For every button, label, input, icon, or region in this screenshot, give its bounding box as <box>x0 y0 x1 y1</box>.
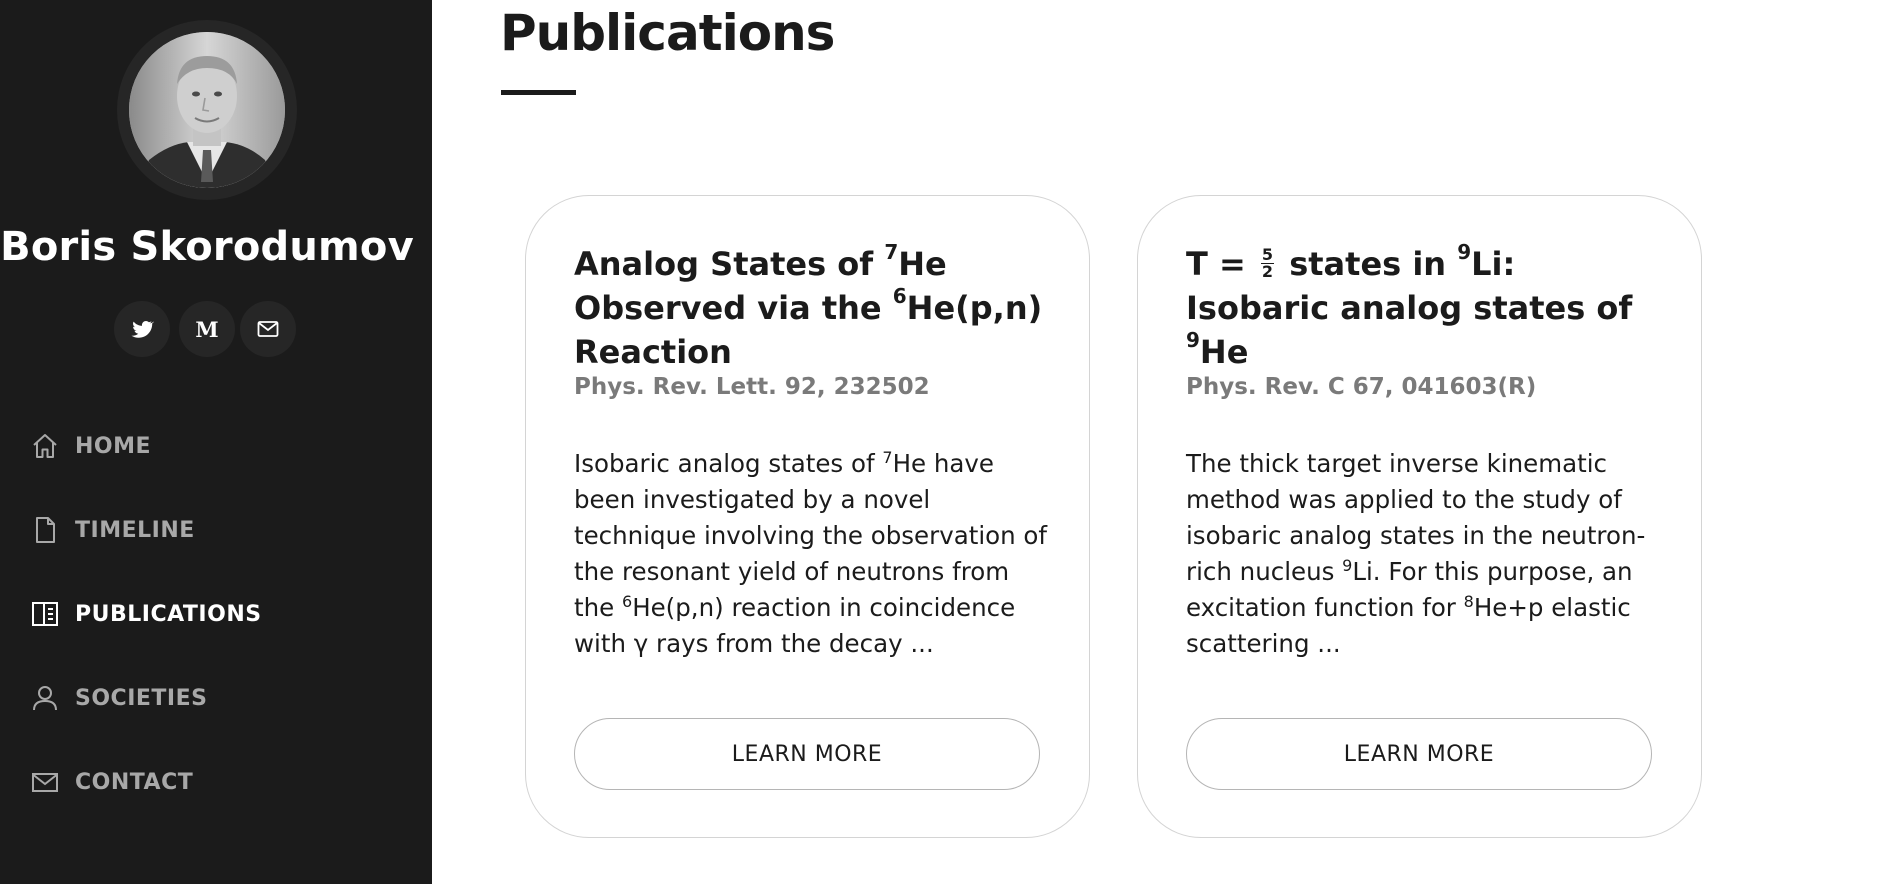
twitter-button[interactable] <box>114 301 170 357</box>
learn-more-button[interactable]: LEARN MORE <box>1186 718 1652 790</box>
medium-button[interactable]: M <box>179 301 235 357</box>
fraction: 52 <box>1260 244 1275 281</box>
nav-label: TIMELINE <box>75 517 195 543</box>
title-underline <box>501 90 576 95</box>
publication-title[interactable]: T = 52 states in 9Li: Isobaric analog st… <box>1186 242 1656 374</box>
avatar-photo <box>129 32 285 188</box>
email-button[interactable] <box>240 301 296 357</box>
nav-label: PUBLICATIONS <box>75 601 262 627</box>
mail-icon <box>30 767 60 797</box>
publication-card: T = 52 states in 9Li: Isobaric analog st… <box>1137 195 1702 838</box>
publication-abstract: Isobaric analog states of 7He have been … <box>574 447 1048 658</box>
mail-icon <box>257 321 279 337</box>
document-icon <box>30 515 60 545</box>
publication-card: Analog States of 7He Observed via the 6H… <box>525 195 1090 838</box>
twitter-icon <box>131 320 154 338</box>
publication-journal: Phys. Rev. C 67, 041603(R) <box>1186 374 1537 400</box>
publication-title[interactable]: Analog States of 7He Observed via the 6H… <box>574 242 1044 374</box>
publication-journal: Phys. Rev. Lett. 92, 232502 <box>574 374 930 400</box>
nav-label: CONTACT <box>75 769 194 795</box>
learn-more-button[interactable]: LEARN MORE <box>574 718 1040 790</box>
book-icon <box>30 599 60 629</box>
home-icon <box>30 431 60 461</box>
avatar-frame <box>117 20 297 200</box>
avatar <box>129 32 285 188</box>
main-nav: HOME TIMELINE PUBLICATIONS SOCIETIES CON… <box>0 404 432 824</box>
page-title: Publications <box>500 4 835 62</box>
nav-item-timeline[interactable]: TIMELINE <box>0 488 432 572</box>
medium-icon: M <box>195 316 219 342</box>
sidebar: Boris Skorodumov M HOME TIMELINE PUBLICA… <box>0 0 432 884</box>
nav-label: HOME <box>75 433 152 459</box>
nav-item-publications[interactable]: PUBLICATIONS <box>0 572 432 656</box>
publication-abstract: The thick target inverse kinematic metho… <box>1186 449 1646 658</box>
person-icon <box>30 683 60 713</box>
nav-label: SOCIETIES <box>75 685 208 711</box>
nav-item-home[interactable]: HOME <box>0 404 432 488</box>
nav-item-societies[interactable]: SOCIETIES <box>0 656 432 740</box>
nav-item-contact[interactable]: CONTACT <box>0 740 432 824</box>
profile-name: Boris Skorodumov <box>0 224 414 270</box>
main-content: Publications Analog States of 7He Observ… <box>432 0 1882 884</box>
